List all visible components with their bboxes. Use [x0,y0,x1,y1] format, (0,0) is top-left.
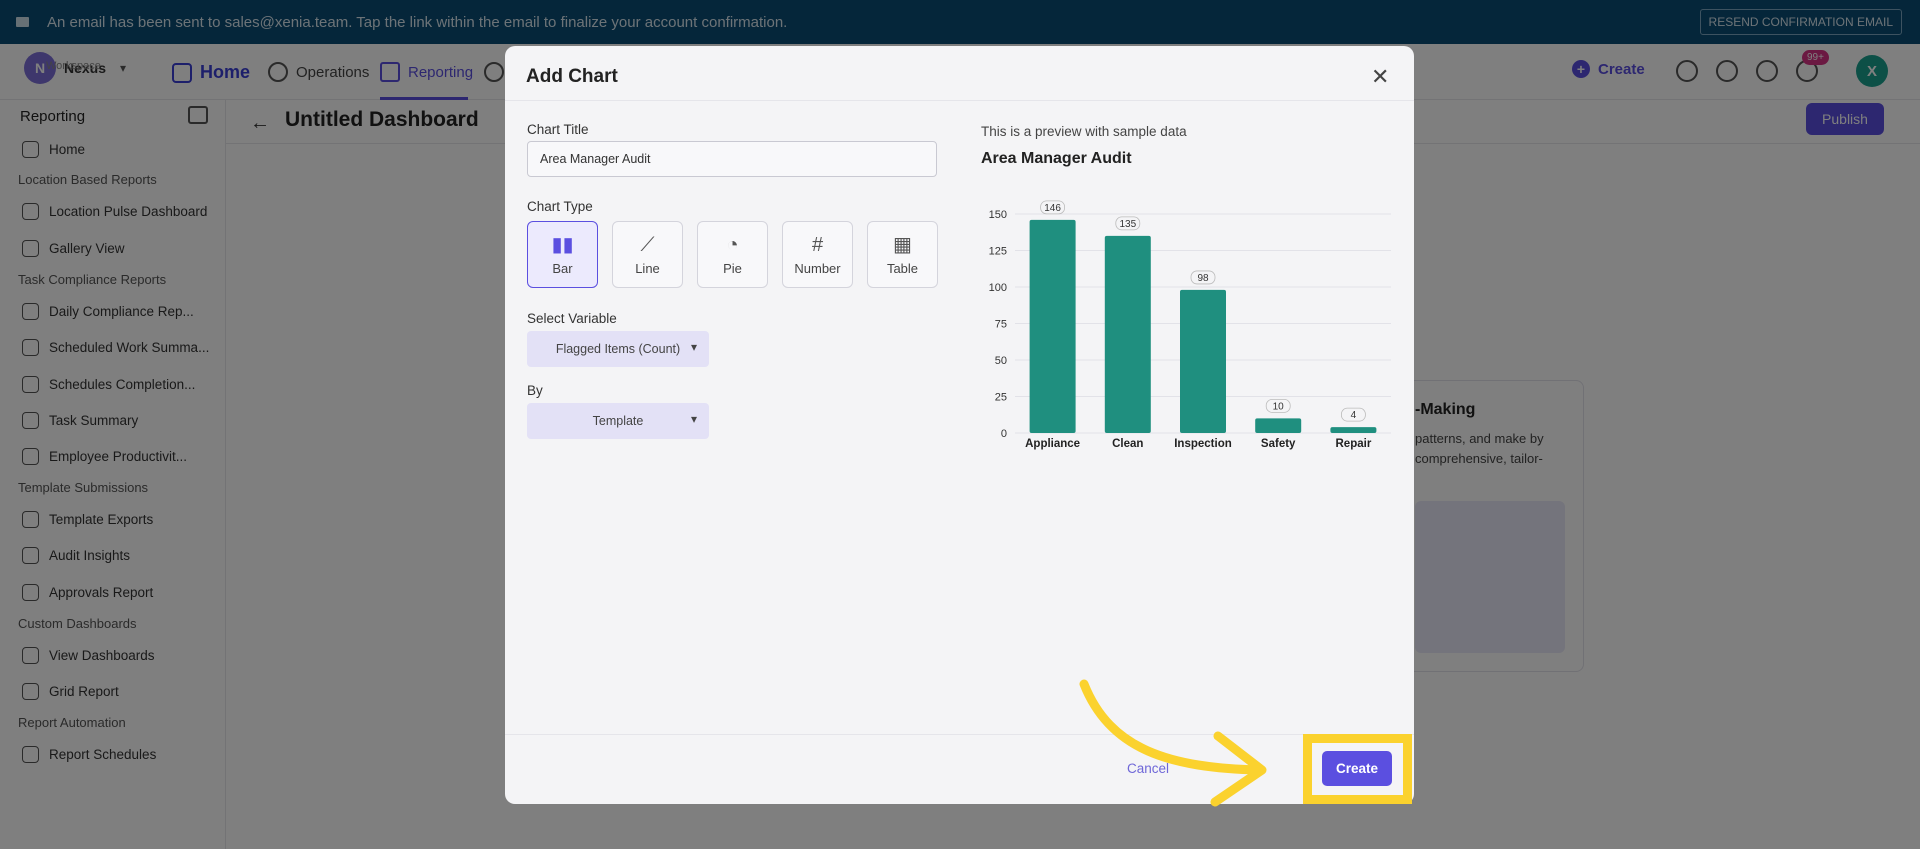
pointer-arrow-icon [1079,679,1267,807]
